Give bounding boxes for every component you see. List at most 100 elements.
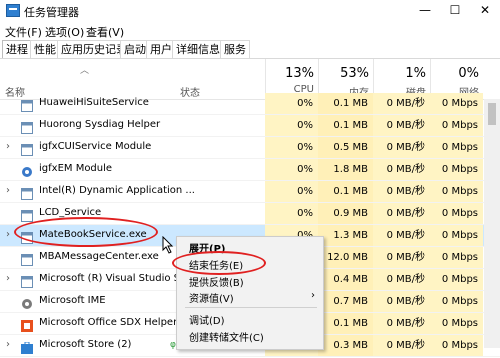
memory-value: 0.7 MB xyxy=(318,291,373,312)
disk-value: 0 MB/秒 xyxy=(373,115,430,136)
expand-chevron-icon[interactable]: › xyxy=(6,141,10,152)
disk-value: 0 MB/秒 xyxy=(373,247,430,268)
disk-value: 0 MB/秒 xyxy=(373,313,430,334)
process-row[interactable]: › igfxCUIService Module 0% 0.5 MB 0 MB/秒 0 Mb… xyxy=(0,137,500,159)
minimize-button[interactable]: — xyxy=(410,2,440,19)
disk-value: 0 MB/秒 xyxy=(373,93,430,114)
cpu-value: 0% xyxy=(265,159,318,180)
memory-value: 0.3 MB xyxy=(318,335,373,356)
vertical-scrollbar[interactable] xyxy=(484,99,500,348)
memory-value: 0.5 MB xyxy=(318,137,373,158)
menu-item-resource-values[interactable]: 资源值(V) xyxy=(189,290,234,305)
expand-chevron-icon[interactable]: › xyxy=(6,185,10,196)
store-icon xyxy=(21,339,33,354)
tab-performance[interactable]: 性能 xyxy=(30,40,60,58)
expand-chevron-icon[interactable]: › xyxy=(6,229,10,240)
tab-processes[interactable]: 进程 xyxy=(2,40,32,58)
disk-value: 0 MB/秒 xyxy=(373,159,430,180)
process-name: Microsoft Office SDX Helper xyxy=(39,317,178,328)
cpu-value: 0% xyxy=(265,137,318,158)
maximize-button[interactable]: ☐ xyxy=(440,2,470,19)
memory-value: 0.1 MB xyxy=(318,181,373,202)
window-title: 任务管理器 xyxy=(24,6,79,19)
close-button[interactable]: ✕ xyxy=(470,2,500,19)
service-window-icon xyxy=(21,185,33,200)
expand-chevron-icon[interactable]: › xyxy=(6,273,10,284)
process-row[interactable]: Huorong Sysdiag Helper 0% 0.1 MB 0 MB/秒 0 Mb… xyxy=(0,115,500,137)
menu-separator xyxy=(185,307,317,308)
cpu-value: 0% xyxy=(265,181,318,202)
memory-value: 0.1 MB xyxy=(318,313,373,334)
service-window-icon xyxy=(21,273,33,288)
ime-gear-icon xyxy=(21,295,33,309)
network-value: 0 Mbps xyxy=(430,93,483,114)
memory-value: 1.8 MB xyxy=(318,159,373,180)
network-value: 0 Mbps xyxy=(430,159,483,180)
menu-options[interactable]: 选项(O) xyxy=(45,24,84,40)
service-window-icon xyxy=(21,119,33,134)
network-total: 0% xyxy=(458,66,479,81)
disk-value: 0 MB/秒 xyxy=(373,269,430,290)
process-name: Microsoft (R) Visual Studio S xyxy=(39,273,181,284)
process-row[interactable]: HuaweiHiSuiteService 0% 0.1 MB 0 MB/秒 0 Mbps xyxy=(0,93,500,115)
cpu-value: 0% xyxy=(265,203,318,224)
network-value: 0 Mbps xyxy=(430,115,483,136)
menu-file[interactable]: 文件(F) xyxy=(5,24,42,40)
process-name: Microsoft Store (2) xyxy=(39,339,132,350)
cpu-total: 13% xyxy=(285,66,314,81)
sort-chevron-icon[interactable]: ︿ xyxy=(80,63,89,76)
process-row[interactable]: › Intel(R) Dynamic Application ... 0% 0.1 M… xyxy=(0,181,500,203)
menu-bar: 文件(F) 选项(O) 查看(V) xyxy=(0,21,500,39)
service-window-icon xyxy=(21,251,33,266)
expand-chevron-icon[interactable]: › xyxy=(6,339,10,350)
service-window-icon xyxy=(21,141,33,156)
intel-gear-icon xyxy=(21,163,33,177)
process-name: Intel(R) Dynamic Application ... xyxy=(39,185,195,196)
menu-item-debug[interactable]: 调试(D) xyxy=(189,312,225,327)
process-row[interactable]: igfxEM Module 0% 1.8 MB 0 MB/秒 0 Mbps xyxy=(0,159,500,181)
memory-value: 12.0 MB xyxy=(318,247,373,268)
network-value: 0 Mbps xyxy=(430,247,483,268)
menu-item-feedback[interactable]: 提供反馈(B) xyxy=(189,274,244,289)
scrollbar-thumb[interactable] xyxy=(488,103,496,125)
cpu-value: 0% xyxy=(265,115,318,136)
network-value: 0 Mbps xyxy=(430,137,483,158)
process-name: igfxEM Module xyxy=(39,163,113,174)
tab-details[interactable]: 详细信息 xyxy=(172,40,224,58)
cpu-value: 0% xyxy=(265,93,318,114)
network-value: 0 Mbps xyxy=(430,225,483,246)
task-manager-icon xyxy=(6,4,20,17)
disk-value: 0 MB/秒 xyxy=(373,137,430,158)
disk-value: 0 MB/秒 xyxy=(373,335,430,356)
memory-total: 53% xyxy=(340,66,369,81)
highlight-oval-end-task xyxy=(172,251,266,275)
memory-value: 0.4 MB xyxy=(318,269,373,290)
network-value: 0 Mbps xyxy=(430,181,483,202)
highlight-oval-process xyxy=(14,217,158,247)
network-value: 0 Mbps xyxy=(430,269,483,290)
office-icon xyxy=(21,317,33,332)
memory-value: 0.1 MB xyxy=(318,115,373,136)
process-name: HuaweiHiSuiteService xyxy=(39,97,149,108)
process-name: Microsoft IME xyxy=(39,295,106,306)
process-name: igfxCUIService Module xyxy=(39,141,152,152)
submenu-arrow-icon: › xyxy=(311,290,315,301)
mouse-cursor-icon xyxy=(162,236,174,254)
disk-value: 0 MB/秒 xyxy=(373,225,430,246)
disk-value: 0 MB/秒 xyxy=(373,203,430,224)
network-value: 0 Mbps xyxy=(430,313,483,334)
memory-value: 1.3 MB xyxy=(318,225,373,246)
tab-services[interactable]: 服务 xyxy=(220,40,250,58)
service-window-icon xyxy=(21,207,33,222)
disk-total: 1% xyxy=(405,66,426,81)
network-value: 0 Mbps xyxy=(430,203,483,224)
memory-value: 0.1 MB xyxy=(318,93,373,114)
tab-strip: 进程 性能 应用历史记录 启动 用户 详细信息 服务 xyxy=(0,40,500,59)
task-manager-window: 任务管理器 — ☐ ✕ 文件(F) 选项(O) 查看(V) 进程 性能 应用历史… xyxy=(0,0,500,357)
service-window-icon xyxy=(21,97,33,112)
menu-item-create-dump[interactable]: 创建转储文件(C) xyxy=(189,329,264,344)
menu-view[interactable]: 查看(V) xyxy=(86,24,124,40)
process-name: MBAMessageCenter.exe xyxy=(39,251,159,262)
network-value: 0 Mbps xyxy=(430,335,483,356)
disk-value: 0 MB/秒 xyxy=(373,181,430,202)
